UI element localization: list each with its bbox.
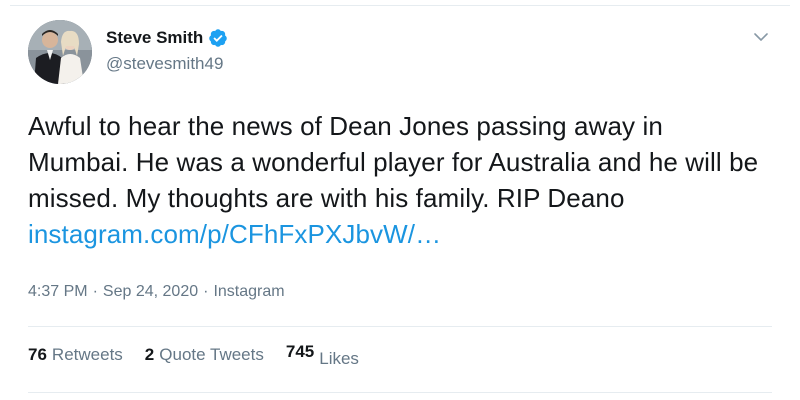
- quote-tweets-count: 2: [144, 345, 155, 364]
- likes-label: Likes: [319, 349, 359, 368]
- quote-tweets-label: Quote Tweets: [159, 345, 264, 364]
- verified-badge-icon: [208, 28, 228, 48]
- display-name[interactable]: Steve Smith: [106, 28, 203, 48]
- retweets-stat[interactable]: 76 Retweets: [28, 345, 123, 365]
- stats-divider-top: [28, 326, 772, 327]
- retweets-label: Retweets: [51, 345, 123, 364]
- likes-stat[interactable]: 745 Likes: [285, 342, 359, 368]
- tweet-text: Awful to hear the news of Dean Jones pas…: [28, 108, 768, 252]
- tweet-body: Awful to hear the news of Dean Jones pas…: [28, 111, 759, 213]
- avatar-photo: [28, 20, 92, 84]
- quote-tweets-stat[interactable]: 2 Quote Tweets: [145, 345, 264, 365]
- meta-separator: ·: [203, 283, 209, 300]
- tweet-card: Steve Smith @stevesmith49 Awful to hear …: [0, 0, 800, 400]
- tweet-date[interactable]: Sep 24, 2020: [103, 283, 198, 301]
- likes-count: 745: [285, 342, 315, 361]
- avatar[interactable]: [28, 20, 92, 84]
- retweets-count: 76: [28, 345, 47, 364]
- meta-separator: ·: [92, 283, 98, 300]
- tweet-time[interactable]: 4:37 PM: [28, 283, 88, 301]
- top-divider: [10, 5, 790, 6]
- tweet-stats: 76 Retweets 2 Quote Tweets 745 Likes: [28, 342, 381, 368]
- author-name-row[interactable]: Steve Smith: [106, 26, 228, 50]
- chevron-down-icon[interactable]: [752, 28, 770, 46]
- tweet-link[interactable]: instagram.com/p/CFhFxPXJbvW/…: [28, 219, 441, 249]
- tweet-meta: 4:37 PM · Sep 24, 2020 · Instagram: [28, 283, 285, 301]
- tweet-source[interactable]: Instagram: [213, 283, 284, 301]
- stats-divider-bottom: [28, 392, 772, 393]
- author-handle[interactable]: @stevesmith49: [106, 54, 223, 74]
